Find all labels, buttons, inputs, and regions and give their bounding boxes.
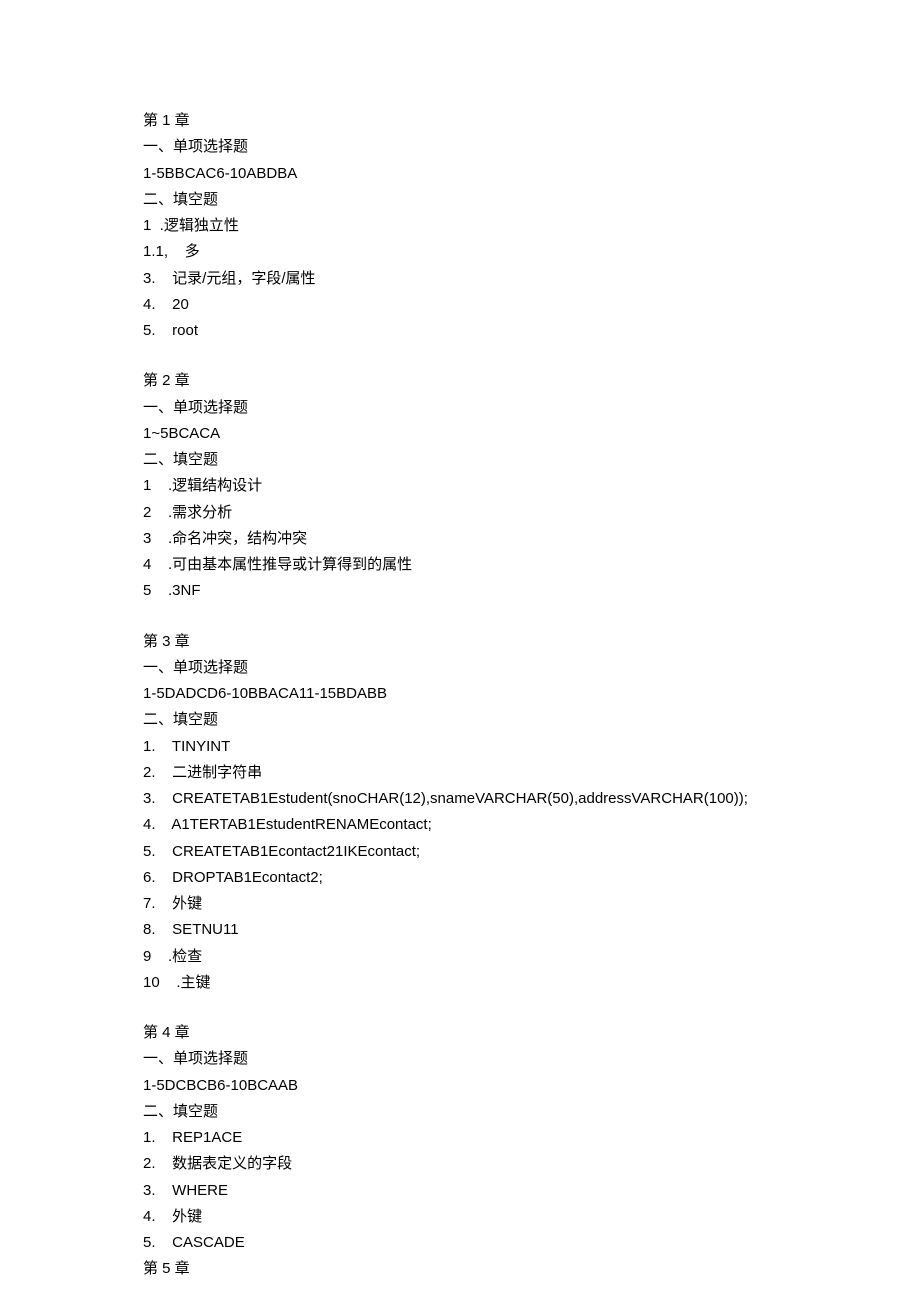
chapter-2: 第 2 章 一、单项选择题 1~5BCACA 二、填空题 1 .逻辑结构设计 2… <box>143 368 777 604</box>
fb-item: 10 .主键 <box>143 970 777 996</box>
fb-heading: 二、填空题 <box>143 187 777 213</box>
chapter-title: 第 3 章 <box>143 629 777 655</box>
fb-item: 1 .逻辑独立性 <box>143 213 777 239</box>
fb-item: 9 .检查 <box>143 944 777 970</box>
fb-item: 8. SETNU11 <box>143 917 777 943</box>
fb-item: 2. 数据表定义的字段 <box>143 1151 777 1177</box>
mc-answers: 1-5DADCD6-10BBACA11-15BDABB <box>143 681 777 707</box>
fb-heading: 二、填空题 <box>143 447 777 473</box>
fb-item: 4. A1TERTAB1EstudentRENAMEcontact; <box>143 812 777 838</box>
fb-item: 1 .逻辑结构设计 <box>143 473 777 499</box>
mc-heading: 一、单项选择题 <box>143 655 777 681</box>
fb-item: 4. 20 <box>143 292 777 318</box>
fb-heading: 二、填空题 <box>143 707 777 733</box>
mc-answers: 1-5BBCAC6-10ABDBA <box>143 161 777 187</box>
fb-item: 3. WHERE <box>143 1178 777 1204</box>
fb-item: 6. DROPTAB1Econtact2; <box>143 865 777 891</box>
fb-item: 4. 外键 <box>143 1204 777 1230</box>
fb-item: 1. REP1ACE <box>143 1125 777 1151</box>
fb-item: 5 .3NF <box>143 578 777 604</box>
fb-item: 3. CREATETAB1Estudent(snoCHAR(12),snameV… <box>143 786 777 812</box>
mc-answers: 1-5DCBCB6-10BCAAB <box>143 1073 777 1099</box>
mc-heading: 一、单项选择题 <box>143 1046 777 1072</box>
chapter-3: 第 3 章 一、单项选择题 1-5DADCD6-10BBACA11-15BDAB… <box>143 629 777 997</box>
fb-item: 1.1, 多 <box>143 239 777 265</box>
document-page: 第 1 章 一、单项选择题 1-5BBCAC6-10ABDBA 二、填空题 1 … <box>0 0 777 1283</box>
fb-item: 4 .可由基本属性推导或计算得到的属性 <box>143 552 777 578</box>
mc-heading: 一、单项选择题 <box>143 134 777 160</box>
fb-item: 3 .命名冲突，结构冲突 <box>143 526 777 552</box>
chapter-title: 第 1 章 <box>143 108 777 134</box>
chapter-1: 第 1 章 一、单项选择题 1-5BBCAC6-10ABDBA 二、填空题 1 … <box>143 108 777 344</box>
fb-item: 5. CASCADE <box>143 1230 777 1256</box>
fb-item: 1. TINYINT <box>143 734 777 760</box>
fb-item: 7. 外键 <box>143 891 777 917</box>
fb-item: 3. 记录/元组，字段/属性 <box>143 266 777 292</box>
fb-heading: 二、填空题 <box>143 1099 777 1125</box>
fb-item: 5. root <box>143 318 777 344</box>
mc-answers: 1~5BCACA <box>143 421 777 447</box>
fb-item: 2 .需求分析 <box>143 500 777 526</box>
fb-item: 5. CREATETAB1Econtact21IKEcontact; <box>143 839 777 865</box>
mc-heading: 一、单项选择题 <box>143 395 777 421</box>
chapter-title: 第 2 章 <box>143 368 777 394</box>
fb-item: 2. 二进制字符串 <box>143 760 777 786</box>
chapter-title-next: 第 5 章 <box>143 1256 777 1282</box>
chapter-4: 第 4 章 一、单项选择题 1-5DCBCB6-10BCAAB 二、填空题 1.… <box>143 1020 777 1283</box>
chapter-title: 第 4 章 <box>143 1020 777 1046</box>
